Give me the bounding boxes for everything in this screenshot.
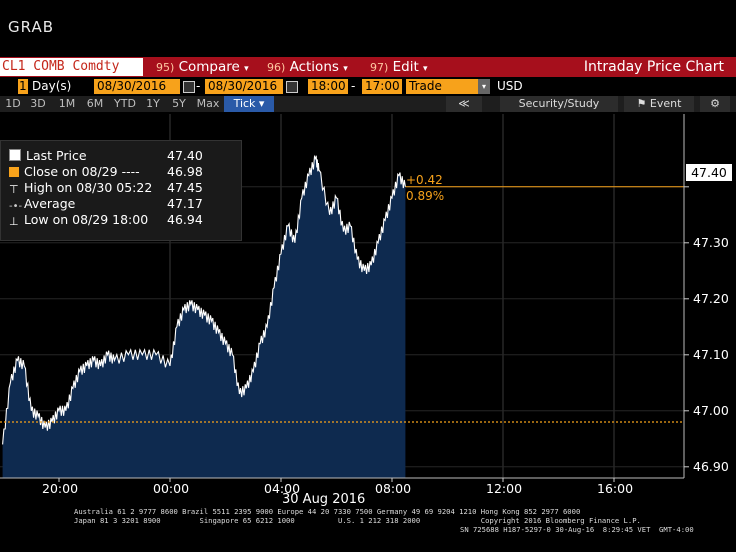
event-label: Event — [649, 97, 682, 110]
period-1m[interactable]: 1M — [55, 96, 79, 112]
x-tick-label: 12:00 — [486, 481, 523, 496]
actions-number: 96) — [267, 61, 286, 74]
legend-label: Last Price — [26, 148, 87, 163]
days-unit-label: Day(s) — [32, 79, 72, 93]
y-tick-label: 47.30 — [693, 234, 729, 250]
net-change: +0.42 — [406, 173, 443, 187]
chart-legend[interactable]: Last Price 47.40 Close on 08/29 ---- 46.… — [0, 140, 242, 241]
legend-value: 47.40 — [167, 148, 203, 163]
calendar-icon[interactable] — [183, 81, 195, 93]
last-price-tag: 47.40 — [686, 164, 732, 181]
screen-title: GRAB — [8, 18, 54, 36]
period-1d[interactable]: 1D — [2, 96, 24, 112]
chart-type-title: Intraday Price Chart — [583, 59, 724, 75]
security-study-button[interactable]: Security/Study — [500, 96, 618, 112]
period-1y[interactable]: 1Y — [142, 96, 164, 112]
ticker-input[interactable]: CL1 COMB Comdty — [0, 58, 143, 76]
legend-high[interactable]: ⊤ High on 08/30 05:22 — [9, 180, 152, 196]
white-square-icon — [9, 149, 21, 161]
compare-number: 95) — [156, 61, 175, 74]
back-button[interactable]: ≪ — [446, 96, 482, 112]
footer-contacts-2: Japan 81 3 3201 8900 Singapore 65 6212 1… — [74, 516, 641, 525]
average-marker-icon: -•- — [9, 201, 23, 212]
compare-button[interactable]: 95) Compare ▾ — [156, 58, 249, 76]
calendar-icon[interactable] — [286, 81, 298, 93]
orange-square-icon — [9, 167, 19, 177]
low-marker-icon: ⊥ — [9, 215, 19, 228]
period-6m[interactable]: 6M — [83, 96, 107, 112]
end-date-field[interactable]: 08/30/2016 — [205, 79, 283, 94]
edit-number: 97) — [370, 61, 389, 74]
legend-average[interactable]: -•- Average — [9, 196, 75, 212]
high-marker-icon: ⊤ — [9, 183, 19, 196]
event-button[interactable]: ⚑ Event — [624, 96, 694, 112]
chevron-down-icon: ▾ — [244, 64, 249, 74]
legend-value: 47.45 — [167, 180, 203, 195]
legend-label: High on 08/30 05:22 — [24, 180, 153, 195]
footer-contacts: Australia 61 2 9777 8600 Brazil 5511 239… — [74, 507, 581, 516]
legend-label: Average — [24, 196, 76, 211]
actions-label: Actions — [289, 59, 339, 75]
footer-session: SN 725688 H187-5297-0 30-Aug-16 8:29:45 … — [460, 525, 694, 534]
x-tick-label: 08:00 — [375, 481, 412, 496]
x-tick-label: 00:00 — [153, 481, 190, 496]
end-time-field[interactable]: 17:00 — [362, 79, 402, 94]
days-count-field[interactable]: 1 — [18, 79, 28, 94]
field-select[interactable]: Trade — [406, 79, 478, 94]
period-5y[interactable]: 5Y — [168, 96, 190, 112]
date-range-dash: - — [196, 79, 201, 93]
period-max[interactable]: Max — [194, 96, 222, 112]
actions-button[interactable]: 96) Actions ▾ — [267, 58, 348, 76]
x-axis-date-label: 30 Aug 2016 — [282, 492, 366, 507]
legend-last-price[interactable]: Last Price — [9, 148, 87, 164]
compare-label: Compare — [178, 59, 240, 75]
edit-button[interactable]: 97) Edit ▾ — [370, 58, 428, 76]
x-tick-label: 16:00 — [597, 481, 634, 496]
start-time-field[interactable]: 18:00 — [308, 79, 348, 94]
start-date-field[interactable]: 08/30/2016 — [94, 79, 180, 94]
period-3d[interactable]: 3D — [27, 96, 49, 112]
edit-label: Edit — [392, 59, 419, 75]
legend-value: 46.98 — [167, 164, 203, 179]
currency-label: USD — [497, 79, 523, 93]
period-tick-dropdown[interactable]: Tick ▾ — [224, 96, 274, 112]
time-range-dash: - — [351, 79, 356, 93]
y-tick-label: 46.90 — [693, 458, 729, 474]
gear-icon[interactable]: ⚙ — [700, 96, 730, 112]
legend-value: 46.94 — [167, 212, 203, 227]
x-tick-label: 20:00 — [42, 481, 79, 496]
y-tick-label: 47.10 — [693, 346, 729, 362]
security-study-label: Security/Study — [518, 97, 600, 110]
y-tick-label: 47.00 — [693, 402, 729, 418]
legend-value: 47.17 — [167, 196, 203, 211]
chevron-down-icon: ▾ — [343, 64, 348, 74]
chevron-down-icon[interactable]: ▾ — [478, 79, 490, 94]
legend-low[interactable]: ⊥ Low on 08/29 18:00 — [9, 212, 148, 228]
chevron-down-icon: ▾ — [423, 64, 428, 74]
legend-close[interactable]: Close on 08/29 ---- — [9, 164, 140, 180]
flag-icon: ⚑ — [636, 97, 647, 110]
period-ytd[interactable]: YTD — [111, 96, 139, 112]
legend-label: Close on 08/29 ---- — [24, 164, 140, 179]
pct-change: 0.89% — [406, 189, 445, 203]
legend-label: Low on 08/29 18:00 — [24, 212, 149, 227]
y-tick-label: 47.20 — [693, 290, 729, 306]
